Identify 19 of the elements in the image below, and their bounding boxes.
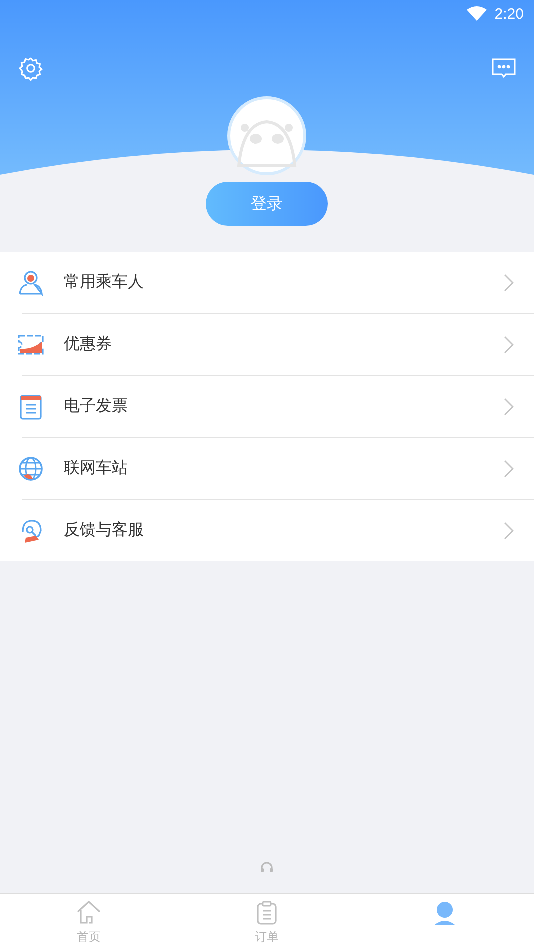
clipboard-icon [254, 900, 280, 926]
person-icon [18, 270, 44, 296]
globe-icon [18, 456, 44, 482]
chevron-icon [504, 460, 514, 478]
settings-icon[interactable] [18, 56, 44, 81]
status-time: 2:20 [494, 6, 524, 22]
chevron-icon [504, 398, 514, 416]
chevron-icon [504, 336, 514, 354]
menu-item[interactable]: 优惠券 [22, 313, 534, 375]
document-icon [18, 394, 44, 420]
message-icon[interactable] [491, 56, 517, 81]
chevron-icon [504, 274, 514, 292]
menu-item[interactable]: 反馈与客服 [22, 499, 534, 561]
menu-item[interactable]: 常用乘车人 [22, 252, 534, 313]
wifi-icon [466, 6, 487, 22]
home-icon [76, 900, 102, 926]
chevron-icon [504, 522, 514, 540]
menu-item[interactable]: 联网车站 [22, 437, 534, 499]
menu-item[interactable]: 电子发票 [22, 375, 534, 437]
